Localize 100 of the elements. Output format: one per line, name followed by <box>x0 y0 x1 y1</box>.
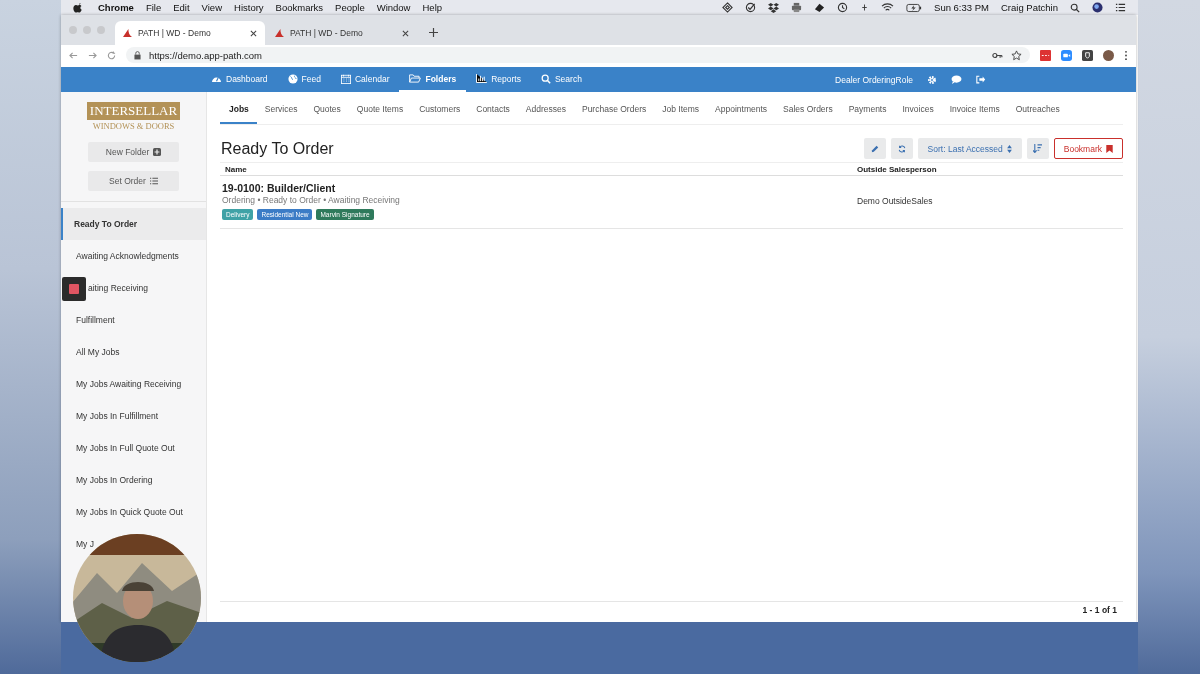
section-tab[interactable]: Invoice Items <box>941 99 1008 124</box>
menu-item[interactable]: History <box>234 2 264 13</box>
role-label[interactable]: Dealer OrderingRole <box>835 74 913 85</box>
settings-icon[interactable] <box>927 74 937 85</box>
folder-icon <box>409 74 422 83</box>
section-tab[interactable]: Addresses <box>517 99 574 124</box>
video-icon[interactable] <box>1061 49 1072 61</box>
close-icon[interactable] <box>402 29 409 37</box>
folder-button[interactable]: New Folder <box>88 142 179 162</box>
section-tab[interactable]: Purchase Orders <box>573 99 655 124</box>
sort-dropdown[interactable]: Sort: Last Accessed <box>917 138 1022 159</box>
folder-item[interactable]: My Jobs Awaiting Receiving <box>61 368 206 400</box>
bookmark-button[interactable]: Bookmark <box>1053 138 1123 159</box>
menu-item[interactable]: Bookmarks <box>275 2 324 13</box>
menu-clock[interactable]: Sun 6:33 PM <box>934 2 989 13</box>
nav-tab[interactable]: Dashboard <box>201 67 278 92</box>
folder-button[interactable]: Set Order <box>88 171 179 191</box>
menu-item[interactable]: Edit <box>173 2 190 13</box>
sail-icon <box>275 28 284 38</box>
folder-item[interactable]: aiting Receiving <box>61 272 206 304</box>
browser-tab[interactable]: PATH | WD - Demo <box>267 21 417 45</box>
star-icon[interactable] <box>1011 49 1022 61</box>
folder-item[interactable]: My Jobs In Full Quote Out <box>61 432 206 464</box>
calendar-icon <box>340 73 351 84</box>
battery-icon[interactable] <box>906 2 923 13</box>
folder-item[interactable]: Awaiting Acknowledgments <box>61 240 206 272</box>
table-cell: Demo OutsideSales <box>857 196 933 206</box>
close-icon[interactable] <box>250 29 257 37</box>
key-icon[interactable] <box>992 51 1003 59</box>
browser-tab[interactable]: PATH | WD - Demo <box>115 21 265 45</box>
search-icon <box>540 73 551 84</box>
apple-icon[interactable] <box>73 2 82 13</box>
section-tab[interactable]: Appointments <box>707 99 776 124</box>
more-icon[interactable] <box>1124 49 1128 61</box>
job-status: Ordering • Ready to Order • Awaiting Receiving <box>222 195 401 205</box>
page-title: Ready To Order <box>221 140 334 158</box>
folder-item[interactable]: Ready To Order <box>61 208 206 240</box>
extension-icon[interactable] <box>1040 49 1051 61</box>
forward-icon[interactable] <box>88 50 97 60</box>
sort-descending-icon <box>1033 144 1043 153</box>
check-icon[interactable] <box>745 2 757 13</box>
printer-icon[interactable] <box>791 2 803 13</box>
plus-icon <box>153 148 162 156</box>
nav-tab[interactable]: Search <box>530 67 592 92</box>
sync-icon[interactable] <box>722 2 734 13</box>
job-title[interactable]: 19-0100: Builder/Client <box>222 182 854 194</box>
sign-out-icon[interactable] <box>976 75 986 84</box>
section-tab[interactable]: Job Items <box>654 99 708 124</box>
address-field[interactable]: https://demo.app-path.com <box>126 47 1030 63</box>
folder-item[interactable]: All My Jobs <box>61 336 206 368</box>
bookmark-icon <box>1106 144 1113 153</box>
sail-icon <box>123 28 132 38</box>
folder-item[interactable]: My Jobs In Ordering <box>61 464 206 496</box>
pencil-icon <box>870 144 879 153</box>
section-tab[interactable]: Contacts <box>468 99 518 124</box>
chat-icon[interactable] <box>951 75 962 84</box>
search-icon[interactable] <box>1070 2 1080 13</box>
folder-item[interactable]: Fulfillment <box>61 304 206 336</box>
app-menu[interactable]: Chrome <box>98 2 134 13</box>
stop-recording-button[interactable] <box>62 277 86 301</box>
section-tab[interactable]: Outreaches <box>1007 99 1068 124</box>
nav-tab[interactable]: Reports <box>466 67 531 92</box>
lock-icon <box>134 50 141 60</box>
folder-item[interactable]: My Jobs In Fulfillment <box>61 400 206 432</box>
back-icon[interactable] <box>69 50 78 60</box>
section-tab[interactable]: Customers <box>411 99 469 124</box>
clock-icon[interactable] <box>837 2 849 13</box>
wifi-icon[interactable] <box>881 2 895 13</box>
new-tab-icon[interactable] <box>429 28 438 37</box>
folder-item[interactable]: My J <box>74 538 94 549</box>
nav-tab[interactable]: Feed <box>277 67 331 92</box>
refresh-button[interactable] <box>890 138 913 159</box>
shield-icon[interactable] <box>1082 49 1093 61</box>
column-header: Name <box>224 165 248 174</box>
dropbox-icon[interactable] <box>768 2 780 13</box>
section-tab[interactable]: Payments <box>840 99 895 124</box>
section-tab[interactable]: Quote Items <box>348 99 412 124</box>
menu-item[interactable]: Help <box>422 2 443 13</box>
siri-icon[interactable] <box>1092 2 1103 13</box>
list-icon[interactable] <box>1115 2 1126 13</box>
nav-tab[interactable]: Calendar <box>330 67 400 92</box>
column-header: Outside Salesperson <box>857 165 938 174</box>
menu-item[interactable]: People <box>335 2 365 13</box>
menu-item[interactable]: View <box>201 2 222 13</box>
section-tab[interactable]: Services <box>256 99 306 124</box>
section-tab[interactable]: Invoices <box>894 99 942 124</box>
nav-tab[interactable]: Folders <box>399 67 467 92</box>
list-icon <box>149 177 158 185</box>
section-tab[interactable]: Jobs <box>220 99 257 124</box>
avatar-icon[interactable] <box>1103 49 1114 61</box>
menu-item[interactable]: File <box>145 2 162 13</box>
sort-order-button[interactable] <box>1026 138 1049 159</box>
menu-item[interactable]: Window <box>376 2 411 13</box>
user-name[interactable]: Craig Patchin <box>1000 2 1058 13</box>
edit-button[interactable] <box>863 138 886 159</box>
section-tab[interactable]: Sales Orders <box>775 99 841 124</box>
section-tab[interactable]: Quotes <box>305 99 349 124</box>
reload-icon[interactable] <box>107 50 116 60</box>
folder-item[interactable]: My Jobs In Quick Quote Out <box>61 496 206 528</box>
company-logo: INTERSELLAR WINDOWS & DOORS <box>86 102 181 131</box>
